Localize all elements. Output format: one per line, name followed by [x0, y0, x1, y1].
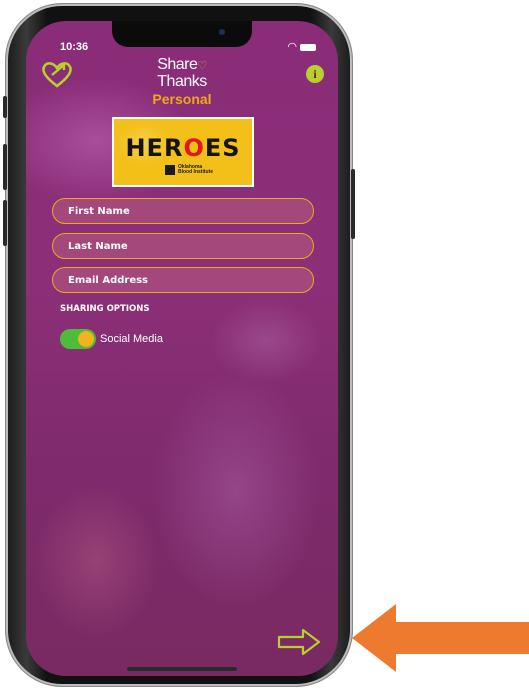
volume-up-button	[3, 144, 7, 190]
power-button	[351, 169, 355, 239]
battery-icon	[300, 43, 316, 51]
home-indicator	[127, 667, 237, 671]
logo-thanks: Thanks	[157, 73, 207, 90]
last-name-input[interactable]	[53, 234, 313, 259]
banner-org-logo: Oklahoma Blood Institute	[165, 165, 213, 175]
sharing-options-label: SHARING OPTIONS	[60, 304, 150, 314]
logo-share: Share	[157, 56, 198, 73]
last-name-field	[52, 233, 314, 259]
volume-down-button	[3, 200, 7, 246]
logo-heart-icon: ♡	[197, 60, 207, 72]
toggle-knob	[78, 331, 94, 347]
email-field	[52, 267, 314, 293]
first-name-input[interactable]	[53, 199, 313, 224]
mute-switch	[3, 96, 7, 118]
blood-drop-o: O	[183, 134, 205, 162]
email-input[interactable]	[53, 268, 313, 293]
social-media-label: Social Media	[100, 333, 163, 345]
app-screen: 10:36 ◠ i Share♡ Thanks Personal HEROES …	[26, 21, 338, 676]
app-logo: Share♡ Thanks Personal	[26, 56, 338, 108]
status-time: 10:36	[60, 41, 89, 53]
wifi-icon: ◠	[287, 40, 297, 53]
social-media-toggle[interactable]	[60, 329, 96, 349]
org-logo-icon	[165, 165, 175, 175]
phone-frame: 10:36 ◠ i Share♡ Thanks Personal HEROES …	[3, 4, 355, 686]
status-icons: ◠	[287, 40, 316, 53]
banner-title: HEROES	[125, 134, 241, 162]
callout-arrow-left-icon	[352, 604, 529, 672]
arrow-right-icon[interactable]	[276, 627, 322, 657]
first-name-field	[52, 198, 314, 224]
notch	[112, 21, 252, 47]
logo-subtitle: Personal	[152, 91, 212, 107]
heroes-banner: HEROES Oklahoma Blood Institute	[112, 117, 254, 187]
